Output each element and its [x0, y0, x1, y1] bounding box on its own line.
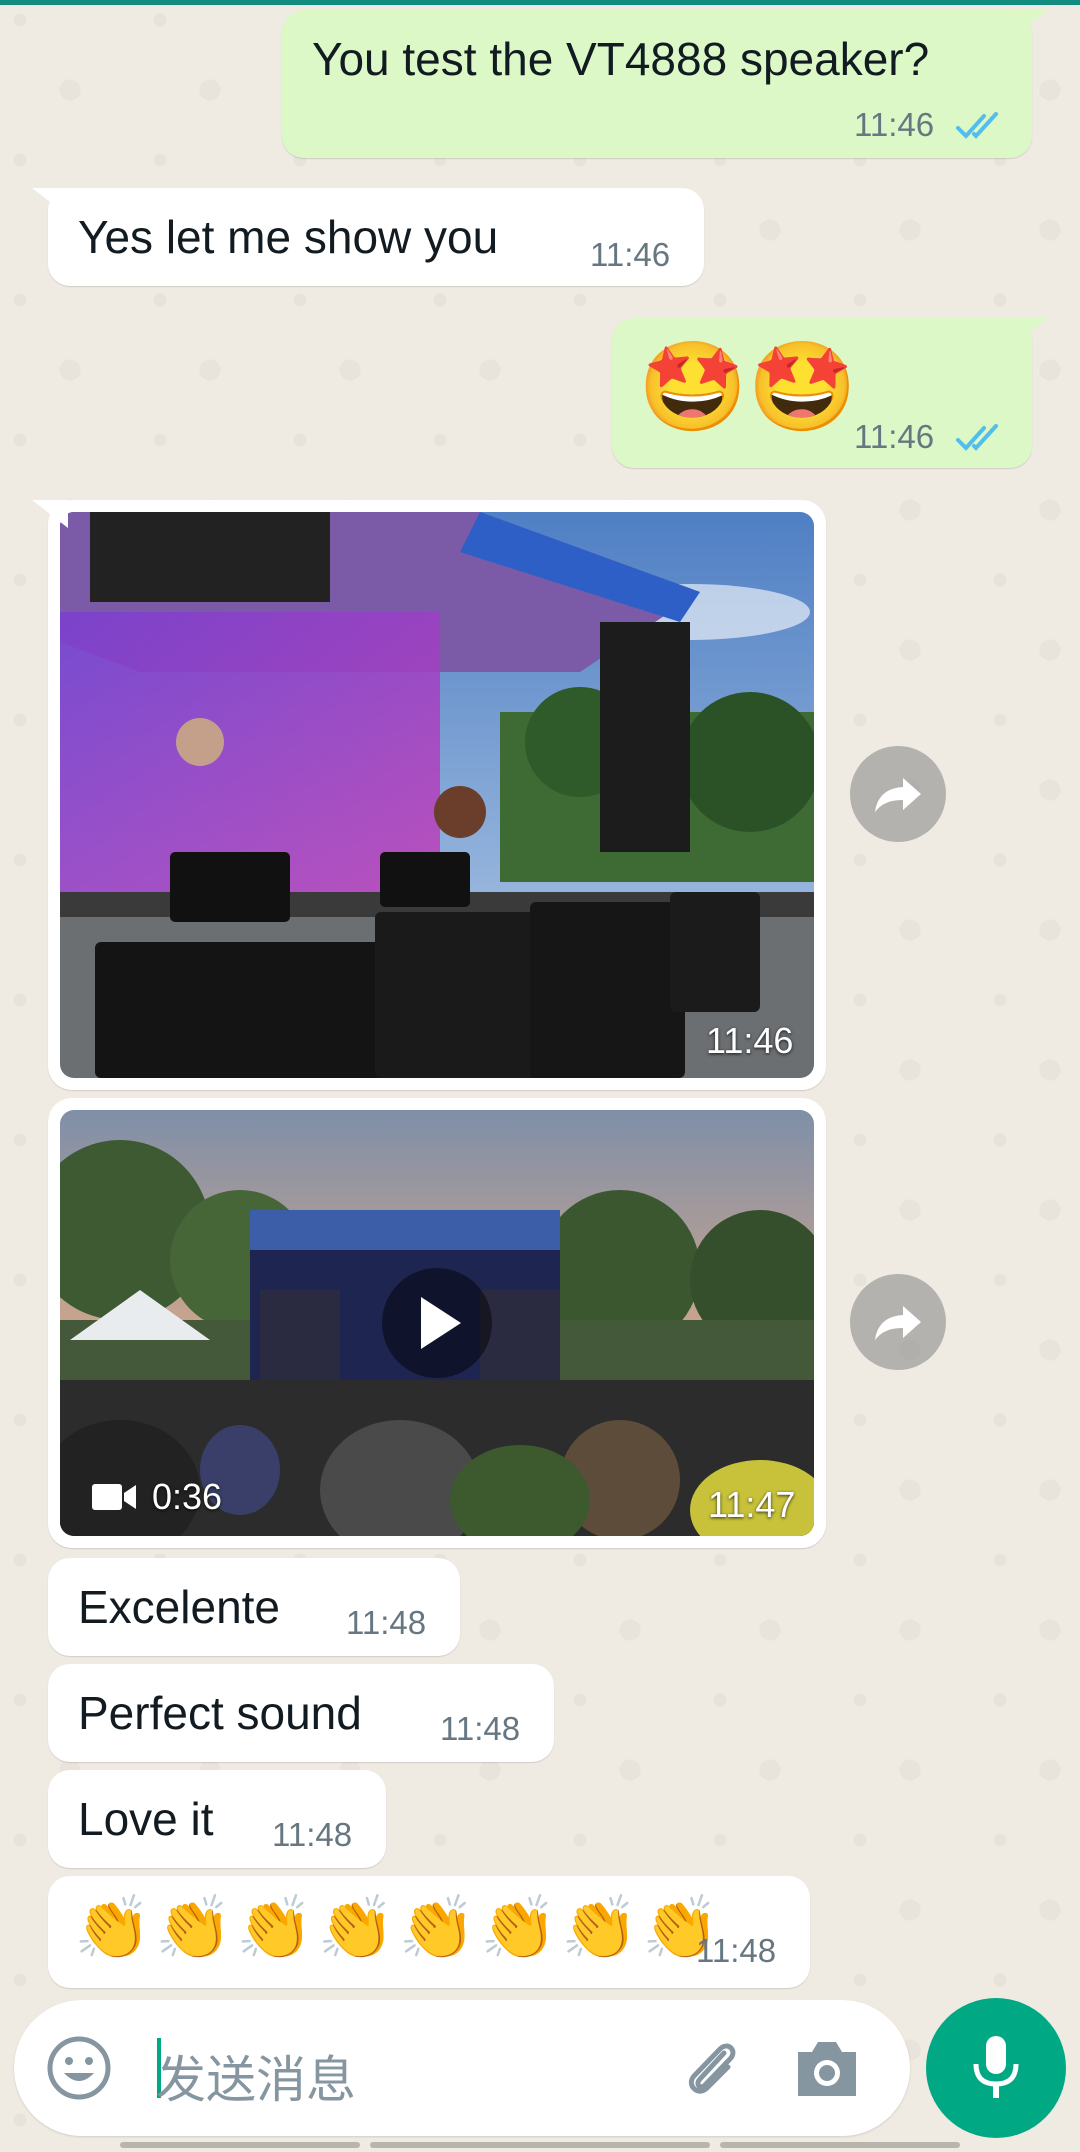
double-check-icon [956, 112, 998, 139]
message-text: Yes let me show you [78, 211, 499, 263]
message-emoji: 👏👏👏👏👏👏👏👏 [74, 1894, 724, 1963]
photo-time: 11:46 [706, 1020, 794, 1061]
concert-crowd-video[interactable]: 0:36 11:47 [60, 1110, 814, 1536]
voice-message-button[interactable] [926, 1998, 1066, 2138]
forward-button[interactable] [850, 746, 946, 842]
bubble-tail-incoming [32, 188, 68, 216]
system-nav-hint [720, 2142, 960, 2148]
message-time: 11:46 [854, 106, 935, 143]
message-bubble-incoming[interactable]: Love it 11:48 [48, 1770, 386, 1868]
forward-icon [875, 778, 921, 812]
message-time: 11:48 [696, 1932, 777, 1969]
message-text: You test the VT4888 speaker? [312, 33, 930, 85]
message-bubble-incoming[interactable]: Excelente 11:48 [48, 1558, 460, 1656]
message-bubble-incoming[interactable]: Perfect sound 11:48 [48, 1664, 554, 1762]
bubble-tail-outgoing [1012, 10, 1048, 38]
system-nav-hint [120, 2142, 360, 2148]
message-time: 11:46 [590, 236, 671, 273]
top-accent-bar [0, 0, 1080, 5]
message-input[interactable]: 发送消息 [156, 2040, 356, 2112]
emoji-icon[interactable] [46, 2035, 112, 2101]
camera-icon[interactable] [792, 2038, 862, 2100]
photo-message-bubble[interactable]: 11:46 [48, 500, 826, 1090]
bubble-tail-outgoing [1012, 318, 1048, 346]
message-bubble-incoming[interactable]: 👏👏👏👏👏👏👏👏 11:48 [48, 1876, 810, 1988]
play-button[interactable] [382, 1268, 492, 1378]
stage-photo-image [60, 512, 814, 1078]
message-bubble-outgoing[interactable]: You test the VT4888 speaker? 11:46 [282, 10, 1032, 158]
message-text: Excelente [78, 1581, 281, 1633]
double-check-icon [956, 424, 998, 451]
message-time: 11:48 [346, 1604, 427, 1641]
video-camera-icon [92, 1484, 136, 1510]
video-time: 11:47 [708, 1484, 796, 1525]
paperclip-icon[interactable] [676, 2033, 746, 2103]
message-composer: 发送消息 [14, 2000, 910, 2136]
message-text: Perfect sound [78, 1687, 362, 1739]
message-time: 11:48 [440, 1710, 521, 1747]
message-time: 11:46 [854, 418, 935, 455]
bubble-tail-incoming [32, 500, 68, 528]
play-icon [421, 1297, 461, 1349]
video-duration: 0:36 [152, 1476, 223, 1517]
system-nav-hint [370, 2142, 710, 2148]
message-emoji: 🤩🤩 [638, 337, 858, 436]
message-time: 11:48 [272, 1816, 353, 1853]
forward-button[interactable] [850, 1274, 946, 1370]
concert-stage-photo[interactable]: 11:46 [60, 512, 814, 1078]
message-bubble-outgoing[interactable]: 🤩🤩 11:46 [612, 318, 1032, 468]
message-text: Love it [78, 1793, 214, 1845]
mic-icon [973, 2036, 1019, 2098]
video-message-bubble[interactable]: 0:36 11:47 [48, 1098, 826, 1548]
forward-icon [875, 1306, 921, 1340]
message-bubble-incoming[interactable]: Yes let me show you 11:46 [48, 188, 704, 286]
